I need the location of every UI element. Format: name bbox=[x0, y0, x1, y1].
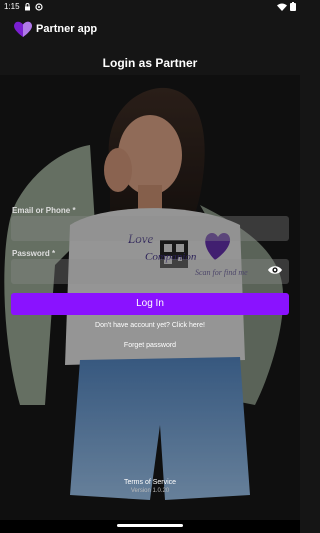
status-time: 1:15 bbox=[4, 2, 20, 11]
forgot-password-link[interactable]: Forget password bbox=[0, 342, 300, 349]
email-label: Email or Phone * bbox=[12, 206, 76, 215]
navigation-bar bbox=[0, 520, 300, 533]
status-bar: 1:15 bbox=[0, 0, 300, 14]
password-field[interactable] bbox=[11, 259, 289, 284]
eye-icon[interactable] bbox=[267, 264, 283, 276]
password-label: Password * bbox=[12, 249, 56, 258]
email-field[interactable] bbox=[11, 216, 289, 241]
version-text: Version 1.0.20 bbox=[130, 488, 170, 494]
app-title: Partner app bbox=[36, 23, 98, 35]
page-title: Login as Partner bbox=[102, 56, 198, 70]
battery-icon bbox=[290, 2, 296, 11]
home-gesture-handle[interactable] bbox=[117, 524, 183, 527]
heart-logo-icon bbox=[14, 21, 32, 37]
lock-icon bbox=[24, 2, 30, 10]
sync-icon bbox=[34, 2, 43, 11]
signup-link[interactable]: Don't have account yet? Click here! bbox=[0, 322, 300, 329]
login-button[interactable]: Log In bbox=[11, 293, 289, 315]
terms-of-service-link[interactable]: Terms of Service bbox=[0, 479, 300, 486]
app-bar: Partner app bbox=[0, 18, 300, 42]
wifi-icon bbox=[277, 3, 287, 11]
